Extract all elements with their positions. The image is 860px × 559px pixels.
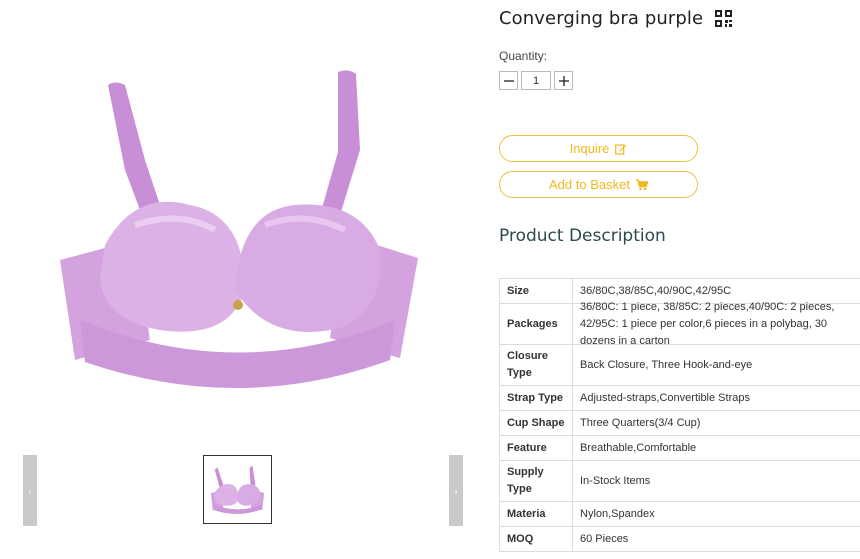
spec-key: MOQ: [500, 527, 573, 551]
spec-key: Materia: [500, 502, 573, 526]
spec-value: Back Closure, Three Hook-and-eye: [580, 358, 753, 371]
qr-code-icon[interactable]: [715, 10, 733, 27]
table-row: Closure Type Back Closure, Three Hook-an…: [500, 345, 860, 386]
product-description-heading: Product Description: [499, 226, 666, 246]
add-to-basket-button[interactable]: Add to Basket: [499, 171, 698, 198]
chevron-right-icon: ›: [454, 485, 458, 496]
spec-value: 60 Pieces: [580, 532, 629, 545]
quantity-decrease-button[interactable]: [499, 71, 518, 90]
product-title: Converging bra purple: [499, 8, 704, 29]
spec-key: Size: [500, 279, 573, 303]
quantity-increase-button[interactable]: [554, 71, 573, 90]
quantity-label: Quantity:: [499, 49, 548, 63]
spec-key: Strap Type: [500, 386, 573, 410]
spec-key: Feature: [500, 436, 573, 460]
product-main-image: [40, 40, 440, 430]
gallery-thumbnail[interactable]: [203, 455, 272, 524]
spec-table: Size 36/80C,38/85C,40/90C,42/95C Package…: [499, 278, 860, 552]
minus-icon: [503, 79, 514, 82]
edit-icon: [615, 143, 627, 155]
spec-value: In-Stock Items: [580, 474, 651, 487]
product-thumbnail-image: [210, 465, 265, 515]
spec-value: Three Quarters(3/4 Cup): [580, 416, 701, 429]
spec-key: Cup Shape: [500, 411, 573, 435]
quantity-input[interactable]: [521, 71, 551, 90]
inquire-button[interactable]: Inquire: [499, 135, 698, 162]
quantity-stepper: [499, 71, 573, 90]
add-to-basket-label: Add to Basket: [549, 177, 630, 192]
spec-key: Supply Type: [500, 461, 573, 501]
table-row: Strap Type Adjusted-straps,Convertible S…: [500, 386, 860, 411]
table-row: Packages 36/80C: 1 piece, 38/85C: 2 piec…: [500, 300, 860, 347]
spec-key: Packages: [500, 304, 573, 344]
title-row: Converging bra purple: [499, 8, 733, 29]
table-row: Supply Type In-Stock Items: [500, 461, 860, 502]
gallery-next-button[interactable]: ›: [449, 455, 463, 526]
table-row: Cup Shape Three Quarters(3/4 Cup): [500, 411, 860, 436]
gallery-prev-button[interactable]: ‹: [23, 455, 37, 526]
table-row: Feature Breathable,Comfortable: [500, 436, 860, 461]
spec-value: Breathable,Comfortable: [580, 441, 697, 454]
spec-value: 36/80C: 1 piece, 38/85C: 2 pieces,40/90C…: [580, 300, 835, 347]
spec-value: Nylon,Spandex: [580, 507, 655, 520]
chevron-left-icon: ‹: [28, 485, 32, 496]
table-row: Materia Nylon,Spandex: [500, 502, 860, 527]
spec-value: Adjusted-straps,Convertible Straps: [580, 391, 750, 404]
table-row: MOQ 60 Pieces: [500, 527, 860, 552]
spec-key: Closure Type: [500, 345, 573, 385]
plus-icon: [558, 75, 569, 86]
cart-icon: [635, 178, 648, 190]
inquire-label: Inquire: [569, 141, 610, 156]
